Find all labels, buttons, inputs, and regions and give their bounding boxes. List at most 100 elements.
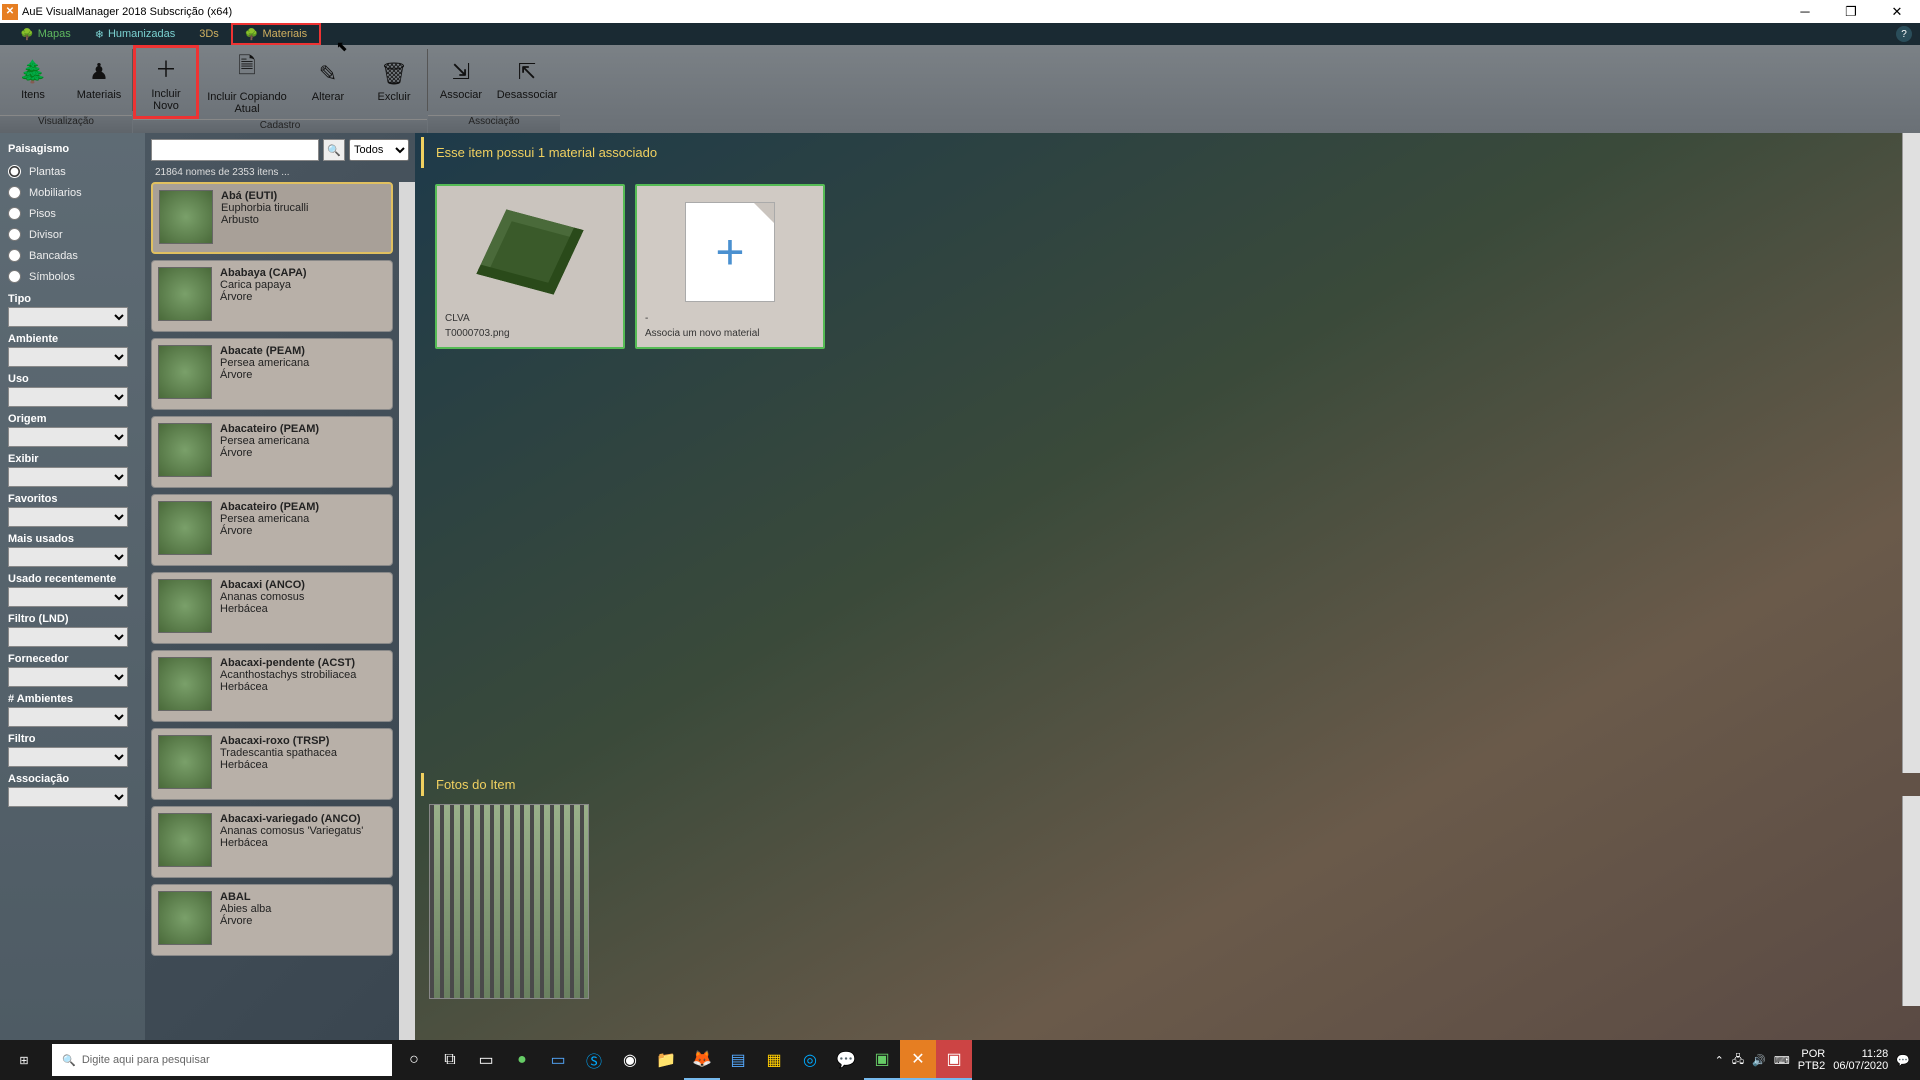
list-item[interactable]: Abacaxi-pendente (ACST)Acanthostachys st… — [151, 650, 393, 722]
filter-nambientes[interactable] — [8, 707, 128, 727]
fotos-scrollbar[interactable] — [1902, 796, 1920, 1006]
ribbon-associar[interactable]: ⇲Associar — [428, 45, 494, 115]
firefox-icon[interactable]: 🦊 — [684, 1040, 720, 1080]
filter-filtro[interactable] — [8, 747, 128, 767]
filter-uso[interactable] — [8, 387, 128, 407]
radio-pisos[interactable]: Pisos — [8, 207, 137, 220]
filter-associacao[interactable] — [8, 787, 128, 807]
taskbar-app-1[interactable]: ▭ — [468, 1040, 504, 1080]
list-item[interactable]: Abacateiro (PEAM)Persea americanaÁrvore — [151, 416, 393, 488]
filter-exibir-label: Exibir — [8, 453, 137, 465]
list-item[interactable]: Abacaxi-variegado (ANCO)Ananas comosus '… — [151, 806, 393, 878]
ribbon-incluir-novo[interactable]: ＋Incluir Novo — [133, 45, 199, 119]
radio-plantas[interactable]: Plantas — [8, 165, 137, 178]
foto-thumb[interactable] — [429, 804, 589, 999]
filter-usadorecent[interactable] — [8, 587, 128, 607]
radio-mobiliarios[interactable]: Mobiliarios — [8, 186, 137, 199]
list-item-sci: Euphorbia tirucalli — [221, 202, 308, 214]
trash-icon: 🗑 — [380, 61, 408, 87]
tray-lang[interactable]: PORPTB2 — [1798, 1048, 1826, 1072]
ribbon-itens[interactable]: 🌲Itens — [0, 45, 66, 115]
list-item[interactable]: Abacaxi (ANCO)Ananas comosusHerbácea — [151, 572, 393, 644]
search-input[interactable] — [151, 139, 319, 161]
ribbon-group-cadastro: Cadastro — [133, 119, 427, 133]
filter-favoritos[interactable] — [8, 507, 128, 527]
tab-humanizadas[interactable]: ❄ Humanizadas — [83, 23, 187, 45]
material-name: CLVA — [445, 313, 615, 324]
list-item-sci: Ananas comosus — [220, 591, 305, 603]
start-button[interactable]: ⊞ — [0, 1040, 48, 1080]
tab-materiais[interactable]: 🌳 Materiais — [231, 23, 321, 45]
ribbon-desassociar-label: Desassociar — [497, 89, 558, 101]
maximize-button[interactable]: ❐ — [1828, 0, 1874, 23]
visualmanager-icon[interactable]: ✕ — [900, 1040, 936, 1080]
sticky-notes-icon[interactable]: ▦ — [756, 1040, 792, 1080]
filter-fornecedor[interactable] — [8, 667, 128, 687]
cortana-icon[interactable]: ○ — [396, 1040, 432, 1080]
tray-network-icon[interactable]: 🖧 — [1732, 1051, 1744, 1070]
radio-divisor[interactable]: Divisor — [8, 228, 137, 241]
chrome-icon[interactable]: ◉ — [612, 1040, 648, 1080]
system-tray[interactable]: ⌃ 🖧 🔊 ⌨ PORPTB2 11:2806/07/2020 💬 — [1715, 1048, 1920, 1072]
tab-mapas[interactable]: 🌳 Mapas — [8, 23, 83, 45]
ribbon-desassociar[interactable]: ⇱Desassociar — [494, 45, 560, 115]
radio-simbolos[interactable]: Símbolos — [8, 270, 137, 283]
list-item-thumb — [158, 657, 212, 711]
list-item[interactable]: Abá (EUTI)Euphorbia tirucalliArbusto — [151, 182, 393, 254]
ribbon-materiais-label: Materiais — [77, 89, 122, 101]
radio-bancadas-label: Bancadas — [29, 250, 78, 262]
filter-tipo-label: Tipo — [8, 293, 137, 305]
tray-volume-icon[interactable]: 🔊 — [1752, 1054, 1766, 1067]
tray-chevron-icon[interactable]: ⌃ — [1715, 1054, 1724, 1067]
taskview-icon[interactable]: ⧉ — [432, 1040, 468, 1080]
ribbon-materiais[interactable]: ♟Materiais — [66, 45, 132, 115]
taskbar-app-2[interactable]: ● — [504, 1040, 540, 1080]
filter-nambientes-label: # Ambientes — [8, 693, 137, 705]
tray-ime-icon[interactable]: ⌨ — [1774, 1054, 1790, 1067]
material-card[interactable]: CLVA T0000703.png — [435, 184, 625, 349]
tray-clock[interactable]: 11:2806/07/2020 — [1833, 1048, 1888, 1072]
close-button[interactable]: ✕ — [1874, 0, 1920, 23]
filter-origem[interactable] — [8, 427, 128, 447]
taskbar: ⊞ 🔍 Digite aqui para pesquisar ○ ⧉ ▭ ● ▭… — [0, 1040, 1920, 1080]
list-item[interactable]: ABALAbies albaÁrvore — [151, 884, 393, 956]
ribbon-incluir-copiando[interactable]: 🗎Incluir Copiando Atual — [199, 45, 295, 119]
camtasia-icon[interactable]: ▣ — [864, 1040, 900, 1080]
filter-exibir[interactable] — [8, 467, 128, 487]
ribbon-excluir[interactable]: 🗑Excluir — [361, 45, 427, 119]
content-scrollbar[interactable] — [1902, 133, 1920, 773]
filter-tipo[interactable] — [8, 307, 128, 327]
filter-ambiente[interactable] — [8, 347, 128, 367]
taskbar-app-8[interactable]: ▤ — [720, 1040, 756, 1080]
list-item-thumb — [158, 423, 212, 477]
associate-new-card[interactable]: + - Associa um novo material — [635, 184, 825, 349]
list-item[interactable]: Abacateiro (PEAM)Persea americanaÁrvore — [151, 494, 393, 566]
tab-3ds[interactable]: 3Ds — [187, 23, 231, 45]
add-material-icon: + — [685, 202, 775, 302]
result-count: 21864 nomes de 2353 itens ... — [145, 167, 415, 178]
radio-bancadas[interactable]: Bancadas — [8, 249, 137, 262]
filter-filtrolnd[interactable] — [8, 627, 128, 647]
tab-strip: 🌳 Mapas ❄ Humanizadas 3Ds 🌳 Materiais ? — [0, 23, 1920, 45]
list-item[interactable]: Abacaxi-roxo (TRSP)Tradescantia spathace… — [151, 728, 393, 800]
help-button[interactable]: ? — [1896, 26, 1912, 42]
list-item-type: Herbácea — [220, 603, 305, 615]
taskbar-app-11[interactable]: 💬 — [828, 1040, 864, 1080]
explorer-icon[interactable]: 📁 — [648, 1040, 684, 1080]
search-scope-select[interactable]: Todos — [349, 139, 409, 161]
list-item[interactable]: Abacate (PEAM)Persea americanaÁrvore — [151, 338, 393, 410]
item-list[interactable]: Abá (EUTI)Euphorbia tirucalliArbustoAbab… — [145, 182, 399, 1040]
ribbon-alterar[interactable]: ✎Alterar — [295, 45, 361, 119]
search-button[interactable]: 🔍 — [323, 139, 345, 161]
tray-notifications-icon[interactable]: 💬 — [1896, 1054, 1910, 1067]
skype-icon[interactable]: Ⓢ — [576, 1040, 612, 1080]
filter-origem-label: Origem — [8, 413, 137, 425]
taskbar-search[interactable]: 🔍 Digite aqui para pesquisar — [52, 1044, 392, 1076]
list-scrollbar[interactable] — [399, 182, 415, 1040]
taskbar-app-14[interactable]: ▣ — [936, 1040, 972, 1080]
minimize-button[interactable]: ─ — [1782, 0, 1828, 23]
edge-icon[interactable]: ◎ — [792, 1040, 828, 1080]
list-item[interactable]: Ababaya (CAPA)Carica papayaÁrvore — [151, 260, 393, 332]
filter-maisusados[interactable] — [8, 547, 128, 567]
taskbar-app-3[interactable]: ▭ — [540, 1040, 576, 1080]
